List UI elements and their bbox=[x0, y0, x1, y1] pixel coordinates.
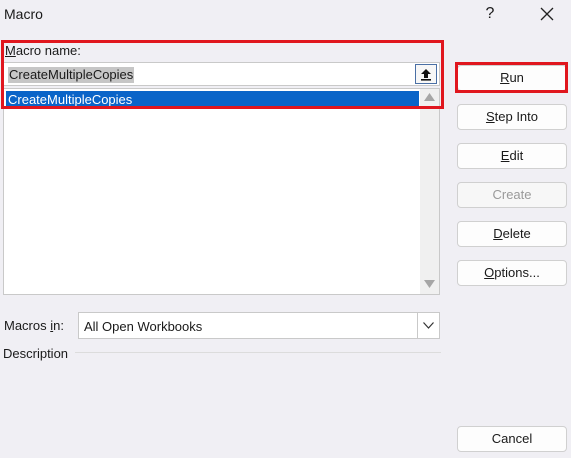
help-button[interactable]: ? bbox=[478, 2, 502, 26]
list-item[interactable]: CreateMultipleCopies bbox=[6, 91, 419, 108]
macros-in-label: Macros in: bbox=[4, 318, 64, 333]
scroll-up-icon[interactable] bbox=[424, 93, 435, 101]
options-button[interactable]: Options... bbox=[457, 260, 567, 286]
scroll-down-icon[interactable] bbox=[424, 280, 435, 288]
close-button[interactable] bbox=[534, 3, 560, 27]
run-button[interactable]: Run bbox=[457, 65, 567, 91]
dropdown-toggle[interactable] bbox=[417, 313, 439, 338]
chevron-down-icon bbox=[423, 322, 434, 329]
window-title: Macro bbox=[4, 6, 43, 22]
collapse-dialog-button[interactable] bbox=[415, 64, 437, 84]
step-into-button[interactable]: Step Into bbox=[457, 104, 567, 130]
edit-button[interactable]: Edit bbox=[457, 143, 567, 169]
macro-list[interactable]: CreateMultipleCopies bbox=[3, 88, 440, 295]
create-button[interactable]: Create bbox=[457, 182, 567, 208]
delete-button[interactable]: Delete bbox=[457, 221, 567, 247]
list-scrollbar[interactable] bbox=[420, 89, 439, 294]
up-arrow-icon bbox=[421, 69, 431, 81]
macro-name-value: CreateMultipleCopies bbox=[8, 67, 135, 83]
macro-name-input[interactable]: CreateMultipleCopies bbox=[3, 62, 440, 86]
description-label: Description bbox=[3, 346, 69, 361]
cancel-button[interactable]: Cancel bbox=[457, 426, 567, 452]
macros-in-dropdown[interactable]: All Open Workbooks bbox=[78, 312, 440, 339]
title-bar: Macro ? bbox=[0, 0, 571, 30]
macro-name-label: Macro name: bbox=[5, 43, 81, 58]
close-icon bbox=[540, 7, 554, 21]
macros-in-value: All Open Workbooks bbox=[84, 319, 203, 334]
description-divider bbox=[75, 352, 441, 353]
